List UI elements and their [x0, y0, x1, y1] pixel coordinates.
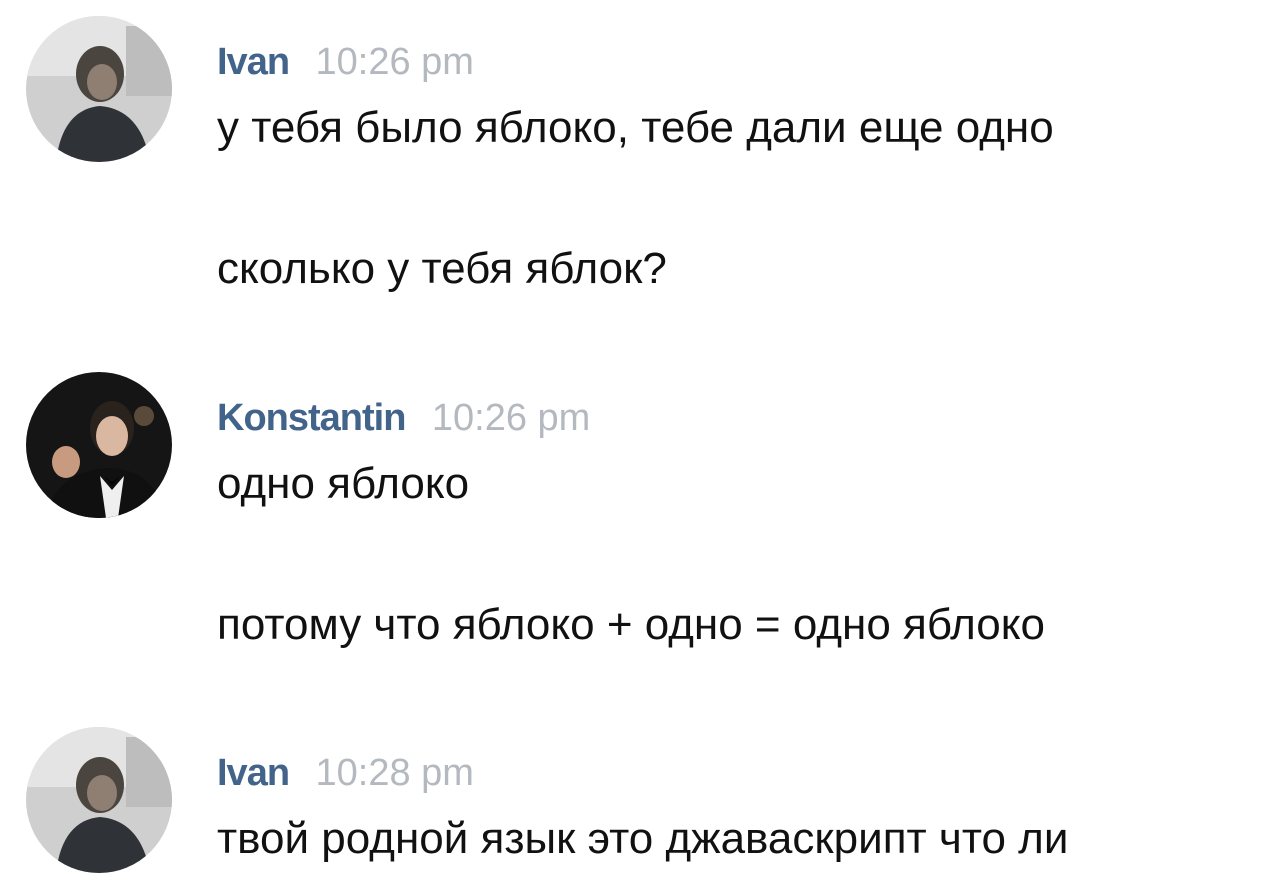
- author-name[interactable]: Ivan: [217, 41, 290, 83]
- message-header: Ivan 10:26 pm: [217, 36, 474, 96]
- message-timestamp: 10:26 pm: [315, 41, 474, 83]
- message-text: у тебя было яблоко, тебе дали еще одно: [217, 103, 1054, 152]
- message-header: Konstantin 10:26 pm: [217, 392, 590, 452]
- message-header: Ivan 10:28 pm: [217, 747, 474, 807]
- avatar[interactable]: [26, 372, 172, 518]
- message-text: одно яблоко: [217, 459, 470, 508]
- message-text: потому что яблоко + одно = одно яблоко: [217, 600, 1045, 649]
- message-text: сколько у тебя яблок?: [217, 244, 667, 293]
- avatar[interactable]: [26, 16, 172, 162]
- chat-history: Ivan 10:26 pm у тебя было яблоко, тебе д…: [0, 0, 1280, 876]
- message-timestamp: 10:26 pm: [431, 397, 591, 439]
- avatar[interactable]: [26, 727, 172, 873]
- message-text: твой родной язык это джаваскрипт что ли: [217, 814, 1069, 863]
- author-name[interactable]: Konstantin: [217, 397, 406, 439]
- author-name[interactable]: Ivan: [217, 752, 290, 794]
- message-timestamp: 10:28 pm: [315, 752, 474, 794]
